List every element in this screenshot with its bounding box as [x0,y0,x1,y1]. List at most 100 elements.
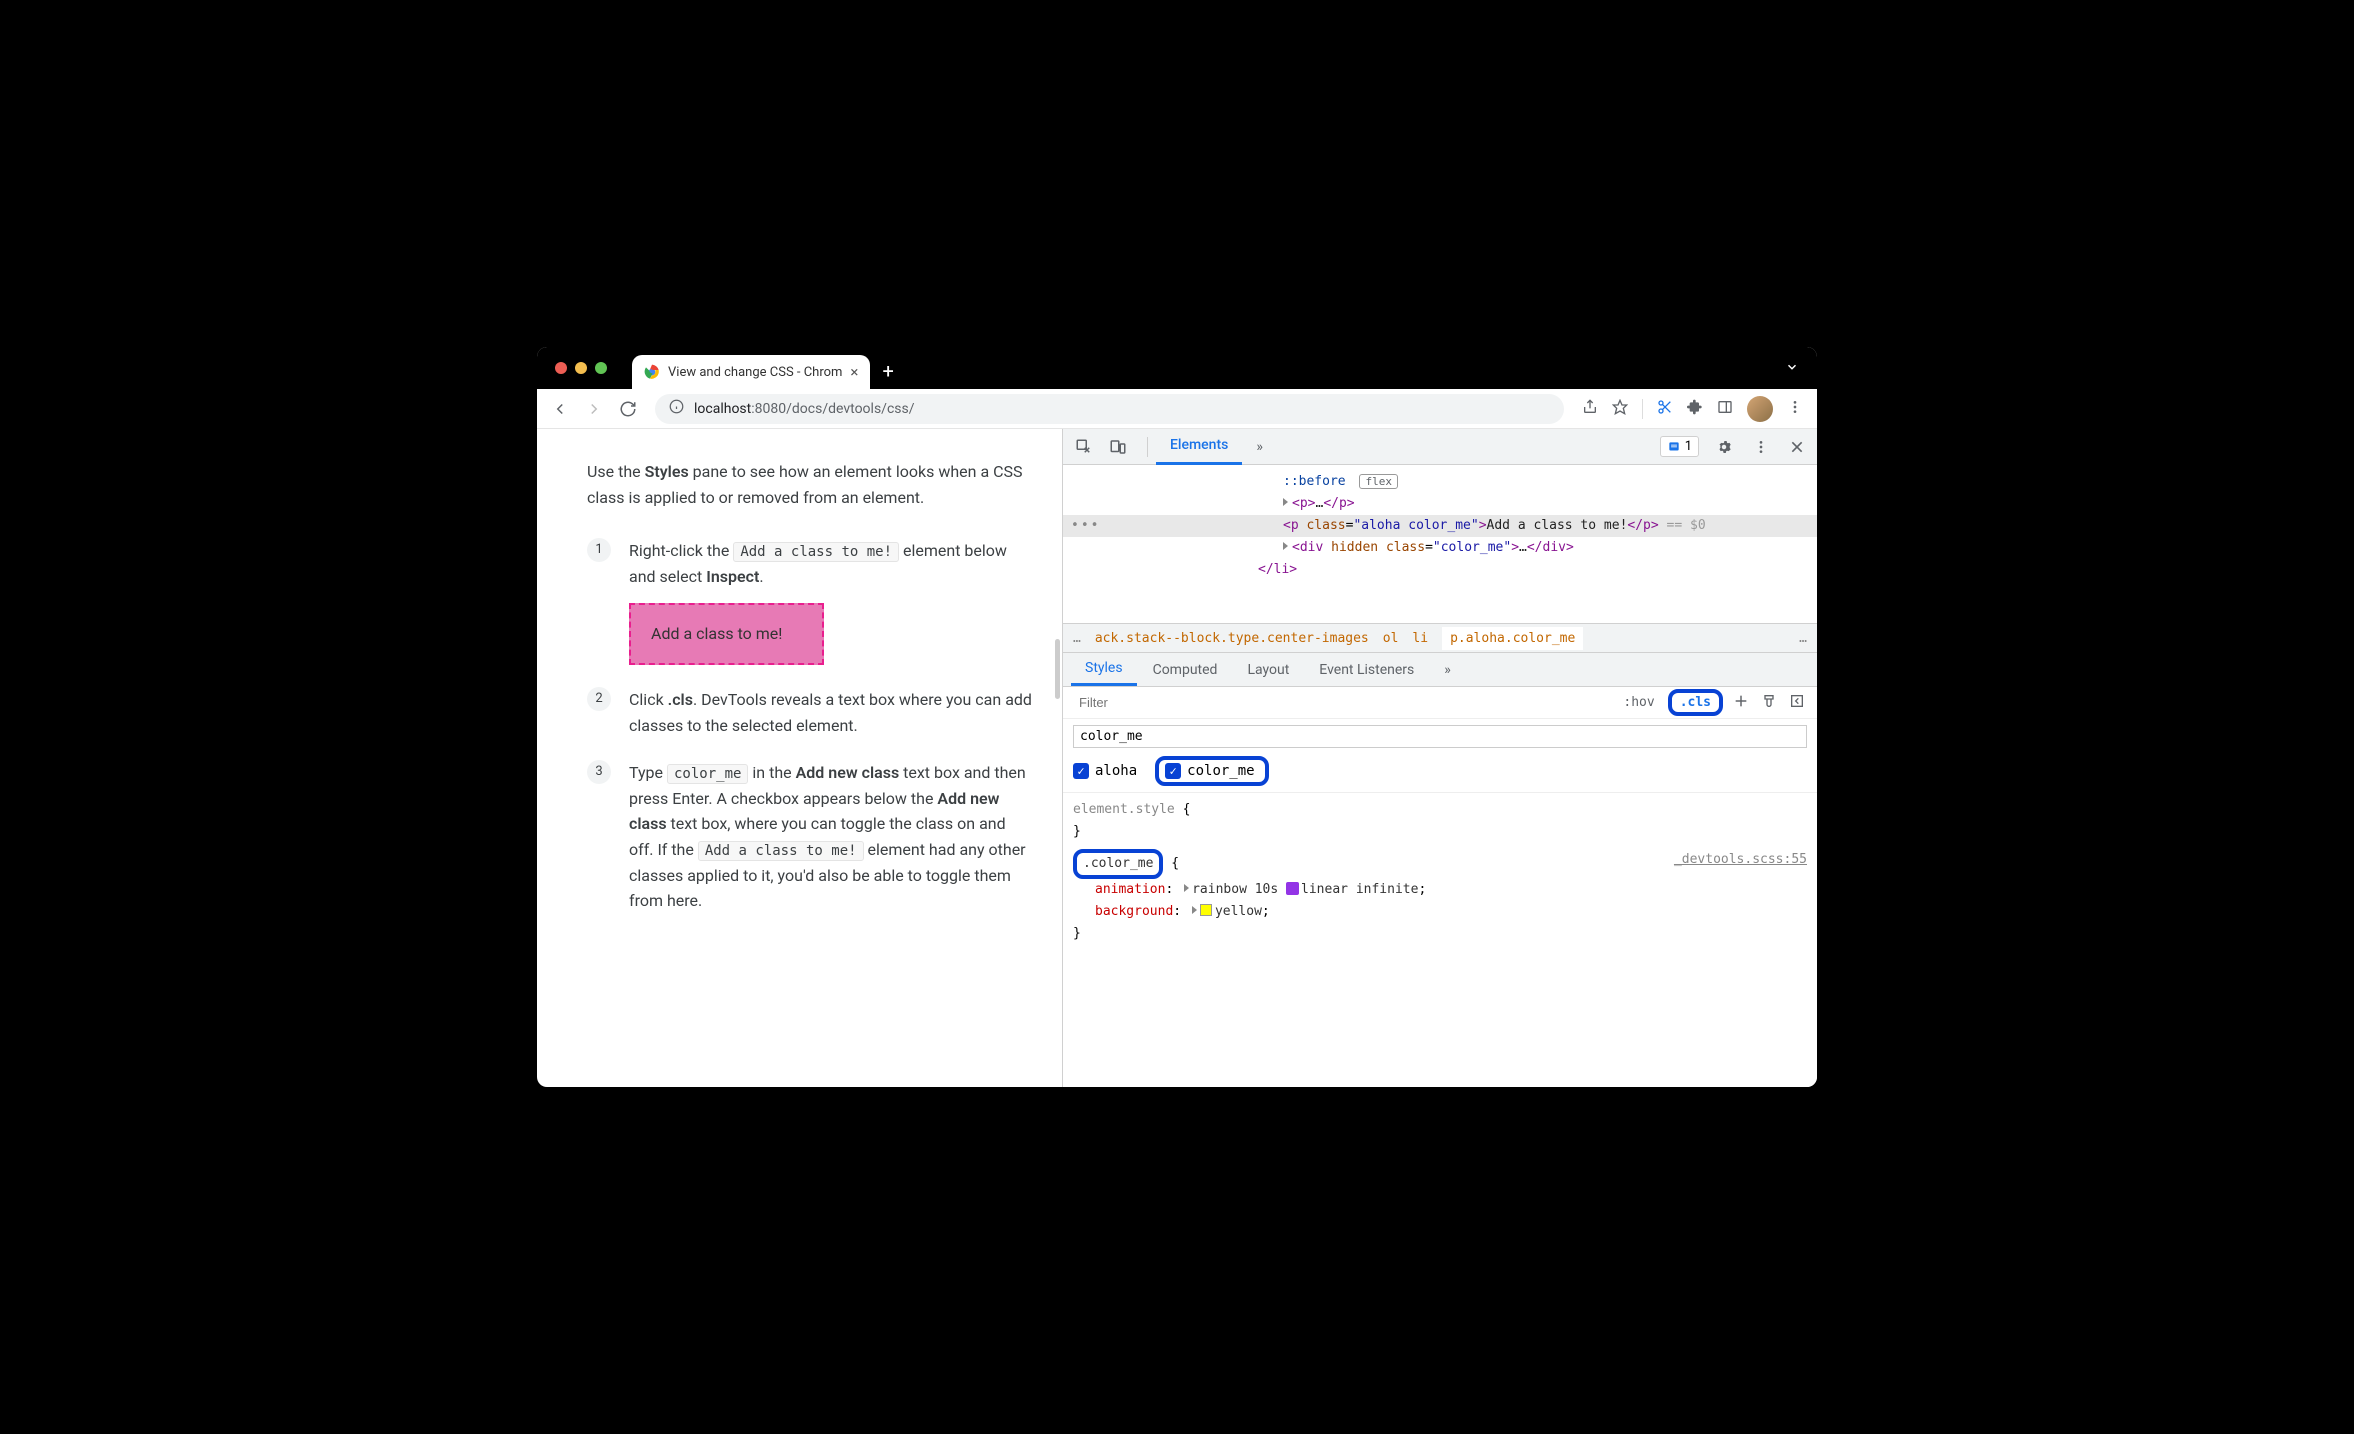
tab-computed[interactable]: Computed [1139,653,1232,686]
intro-paragraph: Use the Styles pane to see how an elemen… [587,459,1032,510]
traffic-lights [555,362,607,374]
dom-line-li-close[interactable]: </li> [1063,559,1817,581]
address-bar: localhost:8080/docs/devtools/css/ [537,389,1817,429]
breadcrumb-item-current[interactable]: p.aloha.color_me [1442,627,1583,650]
add-class-section: ✓ aloha ✓ color_me [1063,719,1817,793]
share-icon[interactable] [1582,399,1598,419]
dom-line-before[interactable]: ::before flex [1063,471,1817,493]
scrollbar-thumb[interactable] [1055,639,1060,699]
forward-button[interactable] [581,396,607,422]
breadcrumb-item[interactable]: li [1412,631,1428,646]
close-window-button[interactable] [555,362,567,374]
dom-tree[interactable]: ::before flex <p>…</p> ••• <p class="alo… [1063,465,1817,623]
menu-dots-icon[interactable] [1787,399,1803,419]
more-vert-icon[interactable] [1749,435,1773,459]
devtools-main-tabs: Elements » [1156,429,1277,465]
close-devtools-icon[interactable] [1785,435,1809,459]
bookmark-star-icon[interactable] [1612,399,1628,419]
minimize-window-button[interactable] [575,362,587,374]
url-text: localhost:8080/docs/devtools/css/ [694,401,915,417]
tab-event-listeners[interactable]: Event Listeners [1305,653,1428,686]
css-property-animation[interactable]: animation: rainbow 10s linear infinite; [1073,879,1807,901]
browser-tab[interactable]: View and change CSS - Chrom × [632,355,870,389]
expand-triangle-icon[interactable] [1192,906,1197,914]
title-bar: View and change CSS - Chrom × + [537,347,1817,389]
hov-toggle[interactable]: :hov [1618,693,1659,712]
expand-triangle-icon[interactable] [1283,498,1288,506]
dom-line-p-collapsed[interactable]: <p>…</p> [1063,493,1817,515]
step-1: Right-click the Add a class to me! eleme… [587,538,1032,665]
tab-strip: View and change CSS - Chrom × + [632,347,1785,389]
demo-add-class-box[interactable]: Add a class to me! [629,603,824,665]
extensions-icon[interactable] [1687,399,1703,419]
rule-source-link[interactable]: _devtools.scss:55 [1674,849,1807,871]
flex-badge[interactable]: flex [1359,474,1398,489]
step-2: Click .cls. DevTools reveals a text box … [587,687,1032,738]
computed-panel-icon[interactable] [1787,691,1807,715]
breadcrumb-item[interactable]: ol [1383,631,1399,646]
tab-layout[interactable]: Layout [1233,653,1303,686]
toolbar-icons [1578,396,1807,422]
chrome-logo-icon [644,364,660,380]
code-snippet: color_me [667,764,748,784]
scissors-icon[interactable] [1657,399,1673,419]
expand-triangle-icon[interactable] [1283,542,1288,550]
checkbox-checked-icon[interactable]: ✓ [1073,763,1089,779]
issues-badge[interactable]: 1 [1660,436,1699,457]
bezier-editor-icon[interactable] [1286,882,1299,895]
steps-list: Right-click the Add a class to me! eleme… [587,538,1032,914]
breadcrumb-item[interactable]: ack.stack--block.type.center-images [1095,631,1369,646]
issues-count: 1 [1685,439,1692,454]
class-check-aloha[interactable]: ✓ aloha [1073,763,1137,779]
dom-breadcrumb[interactable]: … ack.stack--block.type.center-images ol… [1063,623,1817,653]
tab-more[interactable]: » [1242,429,1277,465]
style-rules[interactable]: element.style {} _devtools.scss:55 .colo… [1063,793,1817,1087]
class-check-color-me[interactable]: ✓ color_me [1155,756,1268,786]
rule-element-style[interactable]: element.style {} [1073,799,1807,843]
avatar[interactable] [1747,396,1773,422]
new-style-rule-icon[interactable] [1731,691,1751,715]
window-menu-chevron-icon[interactable] [1785,359,1799,378]
sidepanel-icon[interactable] [1717,399,1733,419]
css-property-background[interactable]: background: yellow; [1073,901,1807,923]
reload-button[interactable] [615,396,641,422]
tab-title: View and change CSS - Chrom [668,365,842,380]
dom-line-div[interactable]: <div hidden class="color_me">…</div> [1063,537,1817,559]
devtools-panel: Elements » 1 [1062,429,1817,1087]
tab-elements[interactable]: Elements [1156,429,1242,465]
rule-color-me[interactable]: _devtools.scss:55 .color_me { animation:… [1073,849,1807,945]
inspect-element-icon[interactable] [1071,434,1097,460]
paint-brush-icon[interactable] [1759,691,1779,715]
tab-styles[interactable]: Styles [1071,653,1137,686]
site-info-icon[interactable] [669,399,684,418]
maximize-window-button[interactable] [595,362,607,374]
overflow-menu-icon[interactable]: ••• [1071,515,1100,537]
styles-tabs: Styles Computed Layout Event Listeners » [1063,653,1817,687]
tab-close-icon[interactable]: × [850,363,858,381]
class-checks: ✓ aloha ✓ color_me [1073,756,1807,786]
tab-more-styles[interactable]: » [1430,653,1465,686]
dom-line-selected[interactable]: ••• <p class="aloha color_me">Add a clas… [1063,515,1817,537]
breadcrumb-ellipsis[interactable]: … [1073,631,1081,646]
step-3: Type color_me in the Add new class text … [587,760,1032,914]
checkbox-checked-icon[interactable]: ✓ [1165,763,1181,779]
devtools-topbar: Elements » 1 [1063,429,1817,465]
add-class-input[interactable] [1073,725,1807,748]
browser-window: View and change CSS - Chrom × + localhos… [537,347,1817,1087]
styles-filter-row: :hov .cls [1063,687,1817,719]
breadcrumb-ellipsis[interactable]: … [1799,631,1807,646]
content-area: Use the Styles pane to see how an elemen… [537,429,1817,1087]
class-check-label: color_me [1187,763,1254,779]
code-snippet: Add a class to me! [733,542,899,562]
styles-filter-input[interactable] [1073,691,1610,714]
url-field[interactable]: localhost:8080/docs/devtools/css/ [655,394,1564,424]
page-content: Use the Styles pane to see how an elemen… [537,429,1062,1087]
settings-gear-icon[interactable] [1711,434,1737,460]
color-swatch-icon[interactable] [1200,904,1212,916]
expand-triangle-icon[interactable] [1184,884,1189,892]
cls-toggle[interactable]: .cls [1668,689,1723,716]
rule-selector[interactable]: .color_me [1073,849,1163,879]
new-tab-button[interactable]: + [882,359,893,389]
back-button[interactable] [547,396,573,422]
device-toolbar-icon[interactable] [1105,434,1131,460]
